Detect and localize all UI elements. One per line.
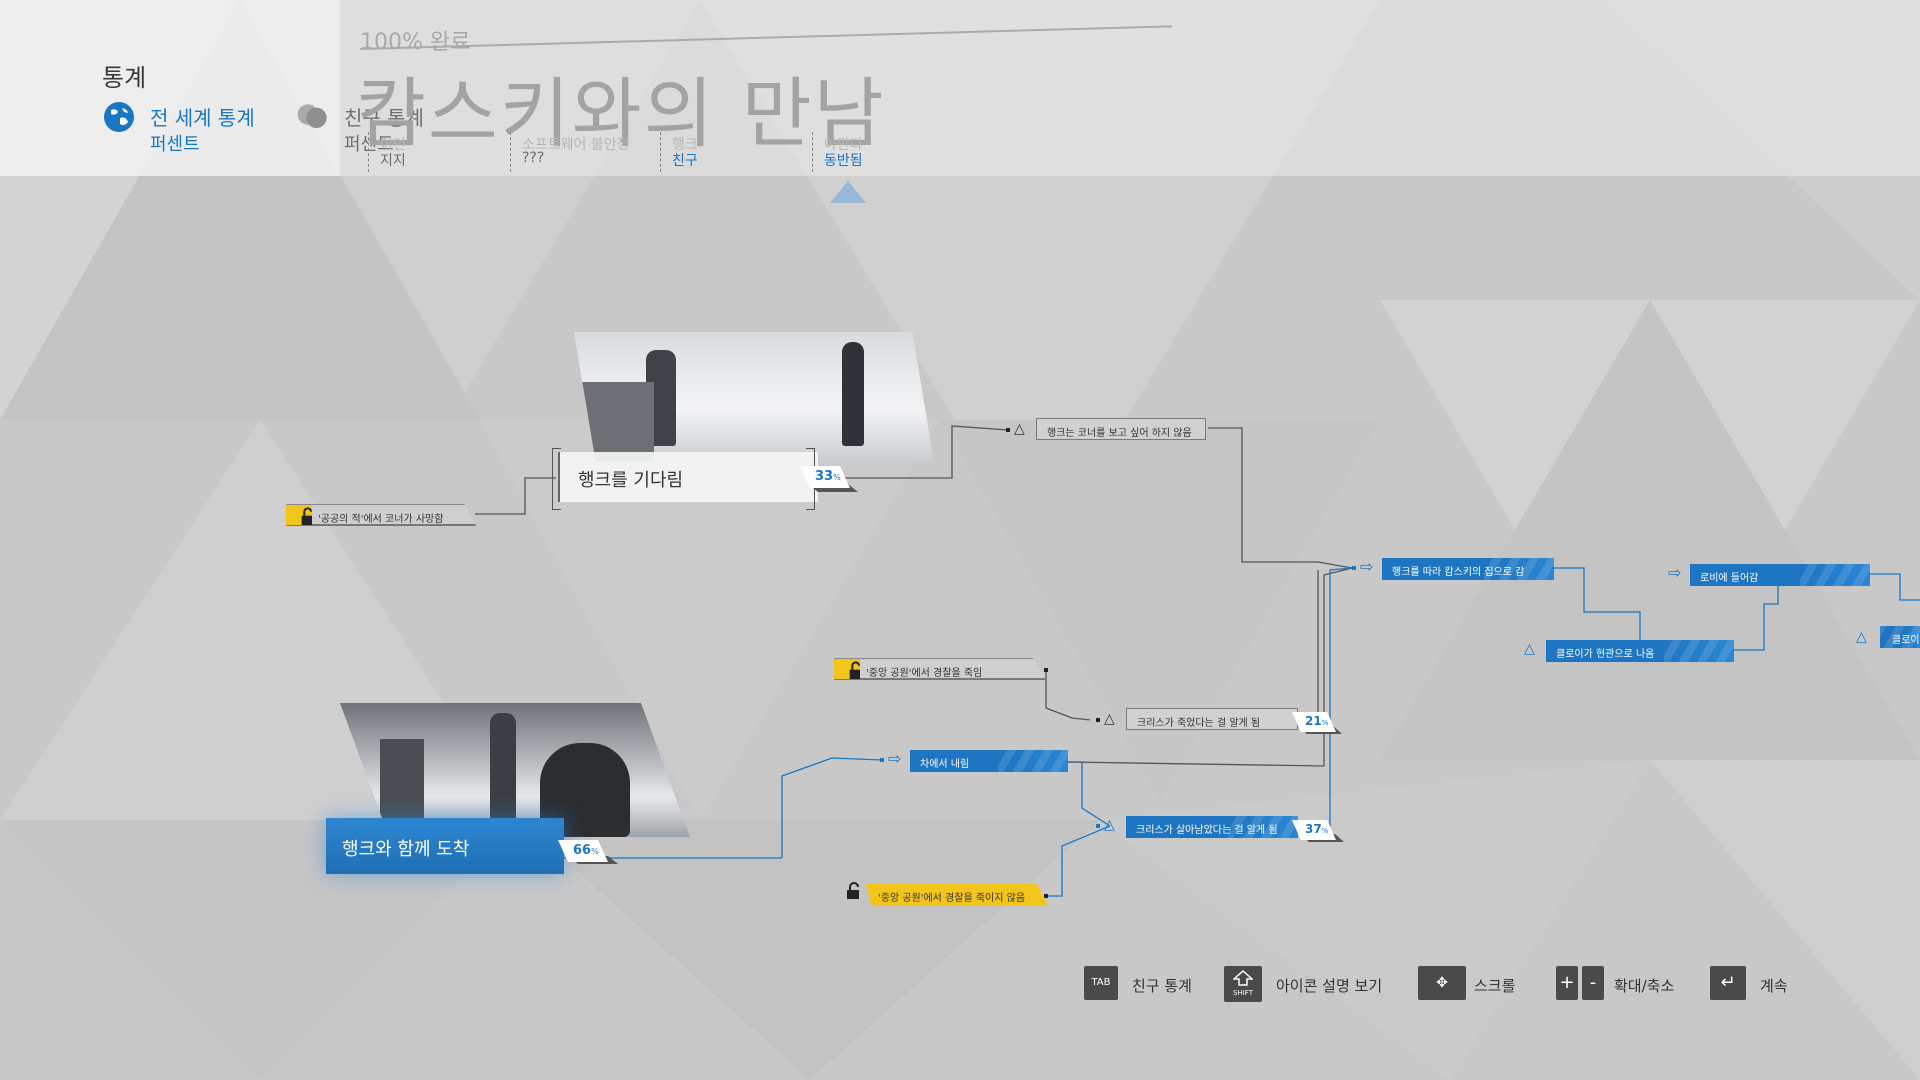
- scene-title: 행크를 기다림: [578, 470, 684, 491]
- globe-icon: [104, 102, 134, 132]
- node-label: '공공의 적'에서 코너가 사망함: [318, 514, 444, 525]
- node-learn-chris-dead[interactable]: 크리스가 죽었다는 걸 알게 됨: [1126, 708, 1298, 730]
- triangle-icon: △: [1856, 629, 1867, 645]
- triangle-icon: △: [1014, 421, 1025, 437]
- legend-value: 동반됨: [824, 153, 863, 169]
- node-dot: [880, 758, 884, 762]
- node-label: 차에서 내림: [920, 759, 970, 770]
- node-label: 클로이: [1892, 635, 1920, 646]
- node-dot: [1096, 824, 1100, 828]
- lock-icon: [286, 505, 312, 525]
- scene-bracket: [552, 448, 561, 510]
- node-label: '중앙 공원'에서 경찰을 죽이지 않음: [878, 893, 1026, 904]
- node-dot: [1096, 718, 1100, 722]
- legend-item: 행크 친구: [660, 132, 698, 172]
- arrow-icon: ⇨: [1360, 557, 1374, 576]
- scene-thumbnail-arrive-hank: [340, 703, 690, 837]
- friends-icon: [297, 104, 327, 129]
- lock-icon: [847, 882, 859, 899]
- node-hank-no-look[interactable]: 행크는 코너를 보고 싶어 하지 않음: [1036, 418, 1206, 440]
- node-dot: [1006, 428, 1010, 432]
- node-dot: [1044, 668, 1048, 672]
- node-chloe-exit[interactable]: 클로이가 현관으로 나옴: [1546, 640, 1734, 662]
- locked-node-spared-cop[interactable]: '중앙 공원'에서 경찰을 죽이지 않음: [866, 884, 1048, 906]
- enter-key-icon: ↵: [1710, 966, 1746, 1000]
- triangle-icon: △: [1104, 817, 1115, 833]
- tab-key-icon: TAB: [1084, 966, 1118, 1000]
- minus-key-icon: -: [1582, 966, 1604, 1000]
- scene-thumbnail-wait-hank: [574, 332, 934, 462]
- plus-key-icon: +: [1556, 966, 1578, 1000]
- node-offscreen-partial[interactable]: 클로이: [1880, 626, 1920, 648]
- scene-node-wait-hank[interactable]: 행크를 기다림: [558, 452, 818, 502]
- node-enter-lobby[interactable]: 로비에 들어감: [1690, 564, 1870, 586]
- legend-selection-marker: [830, 181, 866, 203]
- locked-node-connor-dies[interactable]: '공공의 적'에서 코너가 사망함: [286, 504, 476, 526]
- lock-icon: [834, 659, 860, 679]
- arrow-icon: ⇨: [1668, 563, 1682, 582]
- node-exit-car[interactable]: 차에서 내림: [910, 750, 1068, 772]
- node-dot: [1044, 894, 1048, 898]
- scene-node-arrive-hank[interactable]: 행크와 함께 도착: [326, 818, 564, 874]
- legend-value: 친구: [672, 153, 698, 169]
- arrow-icon: ⇨: [888, 749, 902, 768]
- legend-item: 이언 지지: [368, 132, 406, 172]
- tab-global-sub: 퍼센트: [150, 134, 200, 155]
- legend-item: 아만다 동반됨: [812, 132, 863, 172]
- scene-title: 행크와 함께 도착: [342, 839, 470, 860]
- node-label: 행크를 따라 캄스키의 집으로 감: [1392, 567, 1525, 578]
- node-dot: [1352, 566, 1356, 570]
- page-title: 통계: [102, 64, 147, 92]
- legend-value: 지지: [380, 153, 406, 169]
- triangle-icon: △: [1524, 641, 1535, 657]
- node-label: 행크는 코너를 보고 싶어 하지 않음: [1047, 428, 1192, 439]
- node-label: '중앙 공원'에서 경찰을 죽임: [866, 668, 983, 679]
- node-label: 클로이가 현관으로 나옴: [1556, 649, 1655, 660]
- tab-global-label: 전 세계 통계: [150, 106, 255, 130]
- node-label: 크리스가 죽었다는 걸 알게 됨: [1137, 718, 1261, 729]
- shift-key-icon: SHIFT: [1224, 966, 1262, 1002]
- node-label: 크리스가 살아남았다는 걸 알게 됨: [1136, 825, 1278, 836]
- node-follow-hank[interactable]: 행크를 따라 캄스키의 집으로 감: [1382, 558, 1554, 580]
- locked-node-killed-cop[interactable]: '중앙 공원'에서 경찰을 죽임: [834, 658, 1046, 680]
- legend-item: 소프트웨어 불안정 ???: [510, 132, 630, 172]
- node-learn-chris-alive[interactable]: 크리스가 살아남았다는 걸 알게 됨: [1126, 816, 1298, 838]
- triangle-icon: △: [1104, 711, 1115, 727]
- node-label: 로비에 들어감: [1700, 573, 1759, 584]
- scroll-pad-icon: ✥: [1418, 966, 1466, 1000]
